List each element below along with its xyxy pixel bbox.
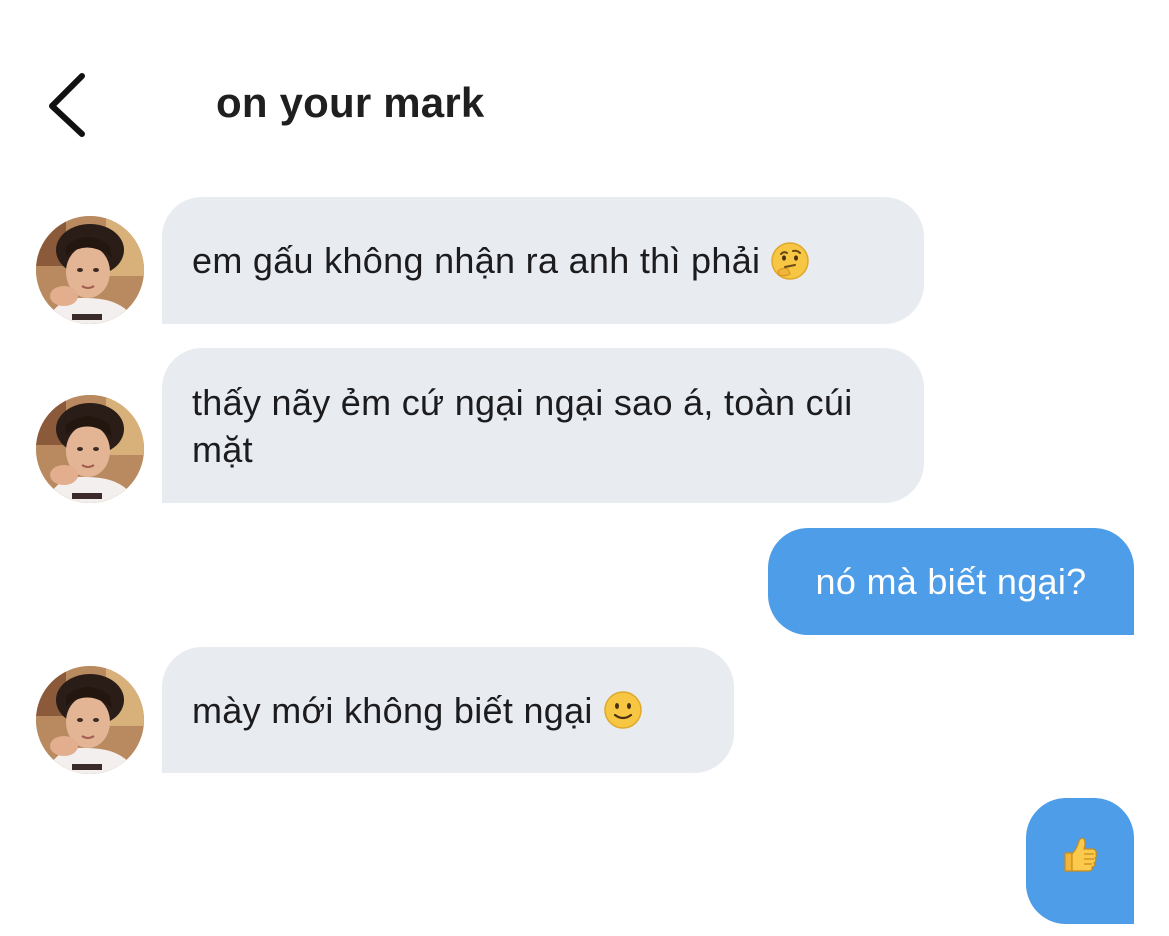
avatar[interactable] <box>36 216 144 324</box>
message-text: nó mà biết ngại? <box>815 561 1087 602</box>
message-text: thấy nãy ẻm cứ ngại ngại sao á, toàn cúi… <box>192 381 853 470</box>
message-text: mày mới không biết ngại <box>192 689 593 731</box>
chat-header: on your mark <box>0 0 1169 180</box>
outgoing-message-bubble[interactable] <box>1026 798 1134 924</box>
avatar[interactable] <box>36 666 144 774</box>
incoming-message-bubble[interactable]: thấy nãy ẻm cứ ngại ngại sao á, toàn cúi… <box>162 348 924 503</box>
thumbs-up-icon <box>1059 835 1101 888</box>
slightly-smiling-face-icon <box>603 690 643 730</box>
thinking-face-icon <box>770 241 810 281</box>
outgoing-message-bubble[interactable]: nó mà biết ngại? <box>768 528 1134 635</box>
incoming-message-bubble[interactable]: em gấu không nhận ra anh thì phải <box>162 197 924 324</box>
chevron-left-icon <box>38 68 98 140</box>
chat-title: on your mark <box>216 79 485 126</box>
message-text: em gấu không nhận ra anh thì phải <box>192 240 761 281</box>
avatar[interactable] <box>36 395 144 503</box>
back-button[interactable] <box>38 68 98 140</box>
incoming-message-bubble[interactable]: mày mới không biết ngại <box>162 647 734 773</box>
